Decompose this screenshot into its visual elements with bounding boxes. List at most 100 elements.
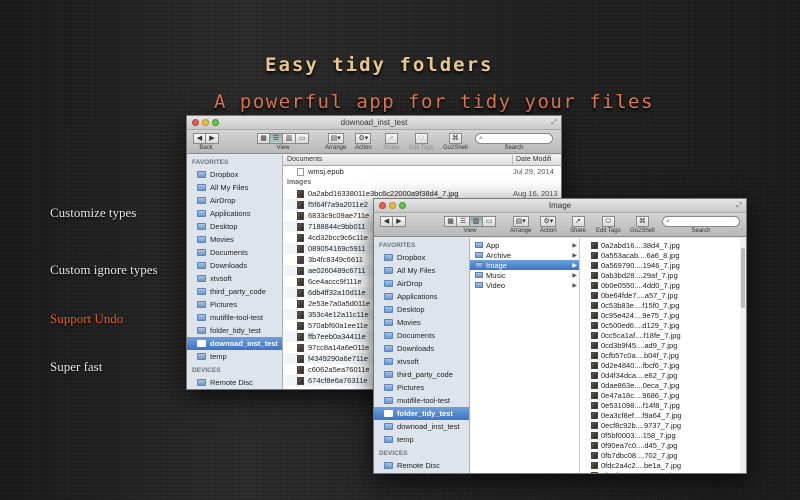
forward-button[interactable]: ▶ (206, 133, 219, 144)
file-name: 0ab3bd28....29af_7.jpg (601, 270, 678, 280)
sidebar-item-label: Desktop (210, 222, 238, 231)
coverflow-view-button[interactable]: ▭ (296, 133, 309, 144)
go2shell-button[interactable]: ⌘ (448, 133, 462, 144)
file-item[interactable]: 0e531098....f14f8_7.jpg (588, 400, 738, 410)
file-item[interactable]: 0b0e0550....4dd0_7.jpg (588, 280, 738, 290)
back-button[interactable]: ◀ (193, 133, 206, 144)
sidebar-item-applications[interactable]: Applications (374, 290, 469, 303)
sidebar-item-airdrop[interactable]: AirDrop (374, 277, 469, 290)
sidebar-item-third-party-code[interactable]: third_party_code (374, 368, 469, 381)
file-item[interactable]: 0c53b83e....f15f0_7.jpg (588, 300, 738, 310)
file-item[interactable]: 0a2abd16....38d4_7.jpg (588, 240, 738, 250)
file-item[interactable]: 0be64fde7....a57_7.jpg (588, 290, 738, 300)
sidebar-item-movies[interactable]: Movies (374, 316, 469, 329)
search-input[interactable]: ⌕ (662, 216, 740, 227)
file-item[interactable]: 0cfb57c0a....b04f_7.jpg (588, 350, 738, 360)
fullscreen-icon[interactable]: ⤢ (736, 202, 742, 210)
sidebar-item-third-party-code[interactable]: third_party_code (187, 285, 282, 298)
edit-tags-button[interactable]: ⬭ (601, 216, 615, 227)
sidebar-item-movies[interactable]: Movies (187, 233, 282, 246)
sidebar-item-desktop[interactable]: Desktop (374, 303, 469, 316)
file-item[interactable]: 0ab3bd28....29af_7.jpg (588, 270, 738, 280)
folder-icon (384, 293, 393, 300)
arrange-button[interactable]: ▤▾ (512, 216, 529, 227)
file-item[interactable]: 0f5bf0003....158_7.jpg (588, 430, 738, 440)
file-item[interactable]: 0cd3b9f45....ad9_7.jpg (588, 340, 738, 350)
action-button[interactable]: ⚙▾ (540, 216, 557, 227)
sidebar-item-folder-tidy-test[interactable]: folder_tidy_test (187, 324, 282, 337)
sidebar-item-applications[interactable]: Applications (187, 207, 282, 220)
sidebar-item-mutifile-tool-test[interactable]: mutifile-tool-test (374, 394, 469, 407)
column-view-button[interactable]: ▥ (470, 216, 483, 227)
list-view-button[interactable]: ☰ (270, 133, 283, 144)
sidebar-item-pictures[interactable]: Pictures (374, 381, 469, 394)
share-button[interactable]: ↗ (384, 133, 398, 144)
file-item[interactable]: 0dae863e....0eca_7.jpg (588, 380, 738, 390)
file-item[interactable]: 0fb7dbc08....702_7.jpg (588, 450, 738, 460)
folder-item-video[interactable]: Video ▶ (470, 280, 579, 290)
file-item[interactable]: 0e47a18c....9686_7.jpg (588, 390, 738, 400)
go2shell-button[interactable]: ⌘ (635, 216, 649, 227)
folder-item-app[interactable]: App ▶ (470, 240, 579, 250)
list-view-button[interactable]: ☰ (457, 216, 470, 227)
folder-item-music[interactable]: Music ▶ (470, 270, 579, 280)
sidebar-item-downloads[interactable]: Downloads (187, 259, 282, 272)
arrange-button[interactable]: ▤▾ (327, 133, 344, 144)
folder-icon (384, 306, 393, 313)
sidebar-item-mutifile-tool-test[interactable]: mutifile-tool-test (187, 311, 282, 324)
sidebar-item-airdrop[interactable]: AirDrop (187, 194, 282, 207)
sidebar-item-temp[interactable]: temp (187, 350, 282, 363)
edit-tags-button[interactable]: ⬭ (414, 133, 428, 144)
file-item[interactable]: 0c500ed6....d129_7.jpg (588, 320, 738, 330)
file-item[interactable]: 0a569790....1946_7.jpg (588, 260, 738, 270)
sidebar-item-label: Dropbox (210, 170, 239, 179)
sidebar-item-dropbox[interactable]: Dropbox (187, 168, 282, 181)
column-view-button[interactable]: ▥ (283, 133, 296, 144)
sidebar-item-xtvsoft[interactable]: xtvsoft (187, 272, 282, 285)
sidebar-item-all-my-files[interactable]: All My Files (187, 181, 282, 194)
sidebar-item-downoad-inst-test[interactable]: downoad_inst_test (187, 337, 282, 350)
image-file-icon (297, 266, 304, 275)
sidebar-item-desktop[interactable]: Desktop (187, 220, 282, 233)
folder-item-image[interactable]: Image ▶ (470, 260, 579, 270)
sidebar-item-remote-disc[interactable]: Remote Disc (374, 459, 469, 472)
folder-icon (475, 252, 483, 258)
sidebar-item-remote-disc[interactable]: Remote Disc (187, 376, 282, 389)
share-button[interactable]: ↗ (571, 216, 585, 227)
file-item[interactable]: 0d2e4840....fbcf6_7.jpg (588, 360, 738, 370)
coverflow-view-button[interactable]: ▭ (483, 216, 496, 227)
sidebar-item-all-my-files[interactable]: All My Files (374, 264, 469, 277)
sidebar-item-pictures[interactable]: Pictures (187, 298, 282, 311)
action-button[interactable]: ⚙▾ (355, 133, 372, 144)
search-input[interactable]: ⌕ (475, 133, 553, 144)
file-item[interactable]: 0f90ea7c0....d45_7.jpg (588, 440, 738, 450)
sidebar-item-documents[interactable]: Documents (374, 329, 469, 342)
scrollbar[interactable] (740, 238, 746, 473)
icon-view-button[interactable]: ▦ (444, 216, 457, 227)
sidebar-item-folder-tidy-test[interactable]: folder_tidy_test (374, 407, 469, 420)
file-item[interactable]: 0fdc2a4c2....be1a_7.jpg (588, 460, 738, 470)
scrollbar-thumb[interactable] (741, 248, 745, 308)
list-item[interactable]: wmsj.epub Jul 29, 2014 (283, 166, 561, 177)
file-item[interactable]: 0a553acab....6a6_8.jpg (588, 250, 738, 260)
sidebar-item-xtvsoft[interactable]: xtvsoft (374, 355, 469, 368)
folder-item-archive[interactable]: Archive ▶ (470, 250, 579, 260)
forward-button[interactable]: ▶ (393, 216, 406, 227)
column-header-name[interactable]: Documents (283, 155, 513, 165)
back-button[interactable]: ◀ (380, 216, 393, 227)
sidebar-item-documents[interactable]: Documents (187, 246, 282, 259)
fullscreen-icon[interactable]: ⤢ (551, 119, 557, 127)
file-item[interactable]: 0d4f34dca....e62_7.jpg (588, 370, 738, 380)
column-header-date[interactable]: Date Modifi (513, 155, 561, 165)
sidebar-item-dropbox[interactable]: Dropbox (374, 251, 469, 264)
file-item[interactable]: 0ea3cf8ef....f9a64_7.jpg (588, 410, 738, 420)
file-item[interactable]: 0c95e424....9e75_7.jpg (588, 310, 738, 320)
icon-view-button[interactable]: ▦ (257, 133, 270, 144)
sidebar-item-temp[interactable]: temp (374, 433, 469, 446)
file-item[interactable]: 0ecf8c92b....9737_7.jpg (588, 420, 738, 430)
sidebar-item-downloads[interactable]: Downloads (374, 342, 469, 355)
file-name: 0c53b83e....f15f0_7.jpg (601, 300, 680, 310)
sidebar-item-downoad-inst-test[interactable]: downoad_inst_test (374, 420, 469, 433)
file-item[interactable]: 0fe6f0ce3....8642_8.jpg (588, 470, 738, 473)
file-item[interactable]: 0cc5ca1af....f18fe_7.jpg (588, 330, 738, 340)
